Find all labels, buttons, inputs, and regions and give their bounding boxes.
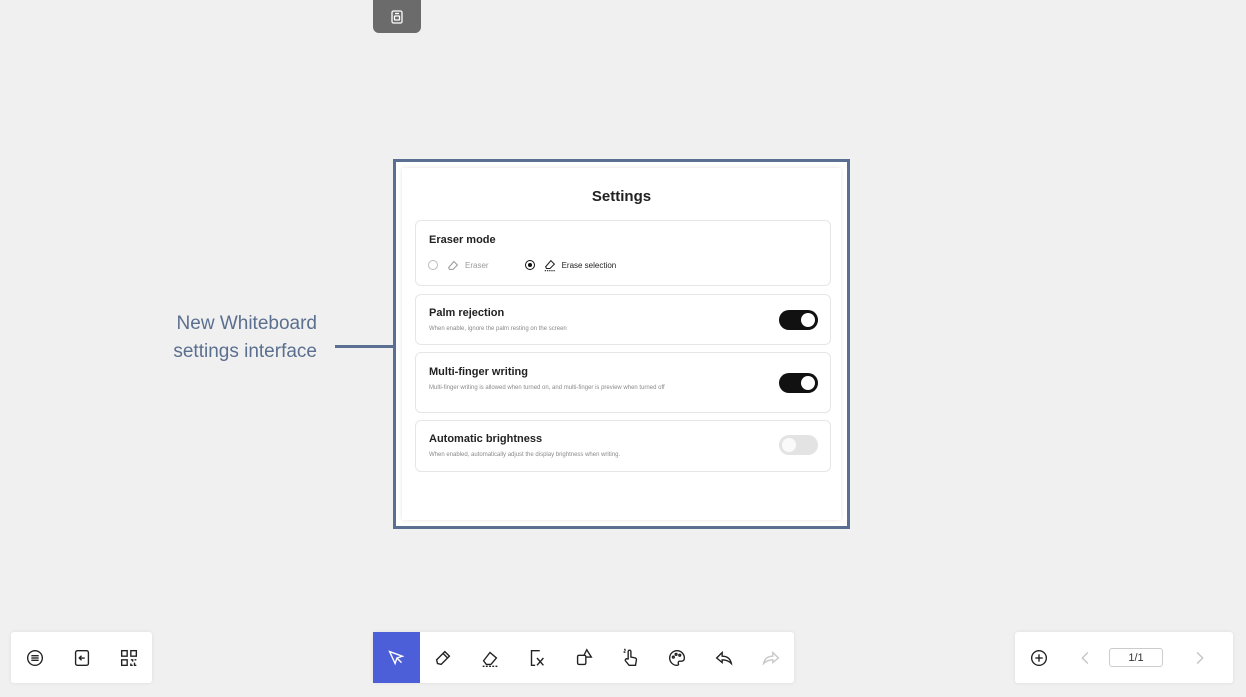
center-toolbar	[373, 632, 794, 683]
annotation-line1: New Whiteboard	[176, 313, 317, 334]
clear-icon	[530, 649, 544, 666]
palm-rejection-desc: When enable, ignore the palm resting on …	[429, 326, 567, 332]
erase-selection-option[interactable]: Erase selection	[524, 258, 617, 272]
palm-rejection-title: Palm rejection	[429, 307, 505, 319]
add-page-icon	[1030, 649, 1047, 666]
palette-icon	[669, 649, 686, 666]
settings-highlight-frame: Settings Eraser mode Eraser Erase select…	[393, 159, 850, 529]
palm-rejection-card: Palm rejection When enable, ignore the p…	[415, 294, 831, 345]
auto-brightness-toggle[interactable]	[779, 435, 818, 455]
multi-finger-toggle[interactable]	[779, 373, 818, 393]
eraser-tool-button[interactable]	[467, 632, 514, 683]
eraser-option[interactable]: Eraser	[428, 258, 489, 272]
gesture-icon	[623, 648, 638, 666]
eraser-option-label: Eraser	[465, 260, 489, 270]
erase-selection-icon	[544, 259, 555, 272]
menu-icon	[26, 649, 43, 666]
prev-page-button[interactable]	[1062, 632, 1109, 683]
eraser-mode-title: Eraser mode	[429, 234, 496, 246]
chevron-left-icon	[1080, 651, 1088, 664]
annotation-line2: settings interface	[173, 341, 317, 362]
multi-finger-title: Multi-finger writing	[429, 366, 528, 378]
undo-button[interactable]	[700, 632, 747, 683]
page-navigator: 1/1	[1015, 632, 1233, 683]
eraser-mode-options: Eraser Erase selection	[428, 258, 616, 272]
shapes-tool-button[interactable]	[560, 632, 607, 683]
add-page-button[interactable]	[1015, 632, 1062, 683]
auto-brightness-card: Automatic brightness When enabled, autom…	[415, 420, 831, 472]
left-toolbar	[11, 632, 152, 683]
eraser-icon	[447, 260, 459, 270]
qr-code-button[interactable]	[105, 632, 152, 683]
select-icon	[388, 649, 405, 665]
shapes-icon	[576, 647, 593, 665]
multi-finger-card: Multi-finger writing Multi-finger writin…	[415, 352, 831, 413]
palette-tool-button[interactable]	[654, 632, 701, 683]
settings-title: Settings	[591, 188, 652, 205]
pen-icon	[435, 650, 451, 665]
qr-code-icon	[120, 649, 137, 666]
redo-icon	[762, 650, 779, 666]
pen-tool-button[interactable]	[420, 632, 467, 683]
menu-button[interactable]	[11, 632, 58, 683]
eraser-mode-card: Eraser mode Eraser Erase selection	[415, 220, 831, 286]
erase-selection-label: Erase selection	[561, 260, 617, 270]
screenshot-icon	[391, 9, 403, 24]
next-page-button[interactable]	[1175, 632, 1222, 683]
callout-connector	[335, 345, 395, 348]
undo-icon	[715, 650, 733, 666]
annotation-callout: New Whiteboard settings interface	[120, 310, 317, 366]
select-tool-button[interactable]	[373, 632, 420, 683]
eraser-icon	[482, 651, 498, 667]
exit-button[interactable]	[58, 632, 105, 683]
clear-tool-button[interactable]	[513, 632, 560, 683]
eraser-radio[interactable]	[428, 260, 438, 270]
chevron-right-icon	[1196, 651, 1204, 664]
erase-selection-radio[interactable]	[524, 260, 535, 270]
multi-finger-desc: Multi-finger writing is allowed when tur…	[429, 385, 665, 391]
exit-icon	[74, 649, 89, 666]
auto-brightness-desc: When enabled, automatically adjust the d…	[429, 452, 621, 458]
top-pulldown-tab[interactable]	[373, 0, 421, 33]
gesture-tool-button[interactable]	[607, 632, 654, 683]
page-indicator[interactable]: 1/1	[1109, 648, 1163, 667]
palm-rejection-toggle[interactable]	[779, 310, 818, 330]
redo-button[interactable]	[747, 632, 794, 683]
auto-brightness-title: Automatic brightness	[429, 433, 543, 445]
settings-panel: Settings Eraser mode Eraser Erase select…	[402, 168, 841, 520]
